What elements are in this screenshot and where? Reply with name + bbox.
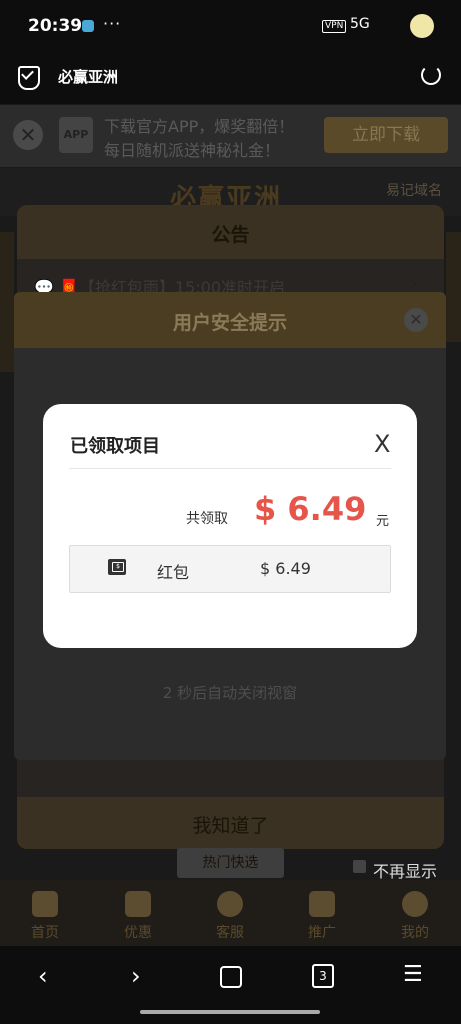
side-banner-left [0, 232, 14, 372]
nav-item-support[interactable]: 客服 [200, 922, 260, 942]
total-claimed-amount: $ 6.49 [254, 490, 367, 528]
tabs-button[interactable]: 3 [312, 964, 334, 988]
app-notification-icon [82, 20, 94, 32]
user-icon[interactable] [402, 891, 428, 917]
people-icon[interactable] [309, 891, 335, 917]
gift-icon[interactable] [125, 891, 151, 917]
vpn-icon: VPN [322, 20, 347, 33]
banner-text-line1: 下载官方APP，爆奖翻倍！ [104, 117, 295, 136]
security-notice-title: 用户安全提示 [172, 312, 287, 334]
total-claimed-label: 共领取 [186, 511, 228, 527]
side-banner-right [446, 232, 461, 342]
acknowledge-button-label[interactable]: 我知道了 [17, 811, 444, 838]
forward-icon[interactable]: › [131, 962, 141, 990]
dont-show-again-checkbox[interactable] [353, 860, 366, 873]
signal-indicator: 5G [350, 16, 370, 32]
item-name: 红包 [157, 563, 190, 582]
home-icon[interactable] [32, 891, 58, 917]
nav-item-referral[interactable]: 推广 [292, 922, 352, 942]
headset-icon[interactable] [217, 891, 243, 917]
app-icon: APP [59, 117, 93, 153]
banner-text-line2: 每日随机派送神秘礼金！ [104, 141, 281, 160]
battery-icon [410, 14, 434, 38]
back-icon[interactable]: ‹ [38, 962, 48, 990]
nav-item-home[interactable]: 首页 [15, 922, 75, 942]
currency-unit: 元 [376, 514, 390, 529]
announcement-title: 公告 [211, 224, 250, 246]
domain-hint-link[interactable]: 易记域名 [386, 180, 442, 200]
status-time: 20:39 [28, 16, 83, 36]
page-title[interactable]: 必赢亚洲 [58, 66, 118, 87]
divider [69, 468, 391, 469]
hot-quick-select-button[interactable]: 热门快选 [177, 848, 284, 878]
dollar-icon: $ [112, 562, 124, 572]
item-amount: $ 6.49 [260, 559, 311, 578]
dont-show-again-label[interactable]: 不再显示 [373, 858, 437, 882]
home-button[interactable] [220, 966, 242, 988]
nav-item-promotions[interactable]: 优惠 [108, 922, 168, 942]
refresh-icon[interactable] [421, 65, 441, 85]
close-button[interactable]: X [374, 430, 390, 458]
menu-icon[interactable]: ☰ [403, 962, 423, 987]
auto-close-text: 2 秒后自动关闭视窗 [162, 684, 298, 702]
download-now-button[interactable]: 立即下载 [324, 117, 448, 153]
close-icon[interactable]: ✕ [404, 308, 428, 332]
nav-item-profile[interactable]: 我的 [385, 922, 445, 942]
close-icon[interactable]: ✕ [13, 120, 43, 150]
gesture-bar[interactable] [140, 1010, 320, 1014]
more-notifications-icon: ··· [103, 14, 122, 33]
chevron-right-icon[interactable]: › [411, 274, 417, 293]
dialog-title: 已领取项目 [70, 436, 160, 457]
